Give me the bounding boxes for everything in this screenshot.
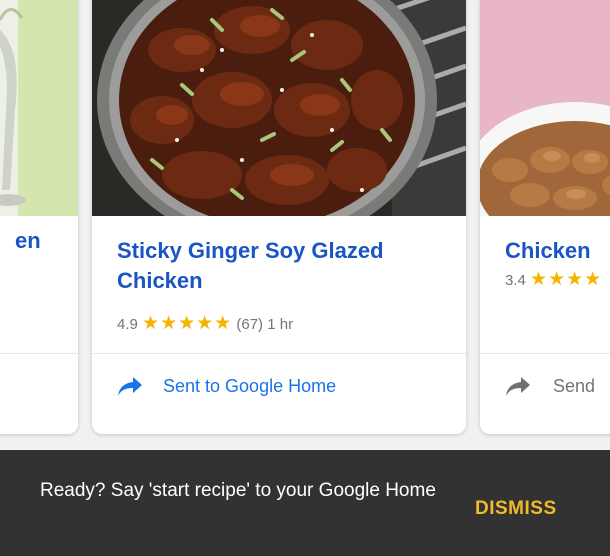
recipe-photo: [480, 0, 610, 216]
recipe-photo: [92, 0, 466, 216]
recipe-meta: 3.4 ★★★★: [505, 268, 602, 291]
recipe-card-next[interactable]: Chicken 3.4 ★★★★ Send: [480, 0, 610, 434]
rating-value: 3.4: [505, 272, 526, 289]
snackbar-message: Ready? Say 'start recipe' to your Google…: [40, 480, 436, 501]
dismiss-button[interactable]: DISMISS: [475, 497, 557, 521]
recipe-image: [480, 0, 610, 216]
star-rating-icon: ★★★★: [530, 269, 603, 290]
recipe-card-previous[interactable]: en: [0, 0, 78, 434]
recipe-title[interactable]: en: [15, 226, 41, 256]
star-rating-icon: ★★★★★: [142, 313, 233, 334]
review-count: (67): [236, 316, 264, 333]
divider: [92, 353, 466, 354]
recipe-meta: 4.9 ★★★★★ (67) 1 hr: [117, 312, 293, 335]
divider: [480, 353, 610, 354]
recipe-carousel[interactable]: en Sticky Ginger Soy Glazed Chicken 4.9 …: [0, 0, 610, 450]
share-arrow-icon: [506, 377, 530, 396]
share-arrow-icon: [118, 377, 142, 396]
action-label: Sent to Google Home: [163, 375, 337, 396]
send-to-google-home-button[interactable]: Sent to Google Home: [117, 364, 336, 408]
action-label: Send: [553, 375, 596, 396]
cook-time: 1 hr: [267, 316, 294, 333]
recipe-title[interactable]: Sticky Ginger Soy Glazed Chicken: [117, 236, 447, 296]
recipe-photo: [0, 0, 78, 216]
recipe-image: [92, 0, 466, 216]
recipe-card[interactable]: Sticky Ginger Soy Glazed Chicken 4.9 ★★★…: [92, 0, 466, 434]
rating-value: 4.9: [117, 316, 138, 333]
send-button[interactable]: Send: [505, 364, 595, 408]
recipe-title[interactable]: Chicken: [505, 236, 591, 266]
recipe-image: [0, 0, 78, 216]
divider: [0, 353, 78, 354]
